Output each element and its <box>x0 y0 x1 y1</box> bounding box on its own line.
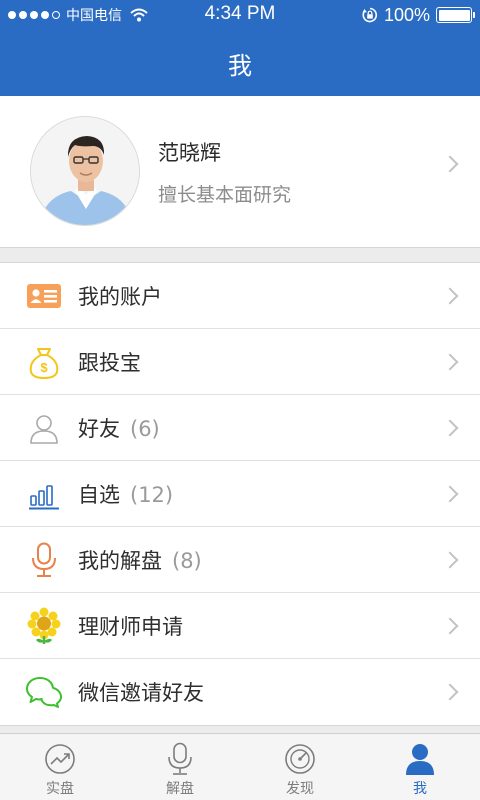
tab-label: 我 <box>413 781 427 797</box>
tab-label: 发现 <box>286 781 314 797</box>
user-icon <box>403 742 437 776</box>
menu-item-label: 理财师申请 <box>78 614 183 639</box>
trend-chart-icon <box>43 742 77 776</box>
battery-percent: 100% <box>383 4 430 25</box>
battery-area: 100% <box>362 4 475 26</box>
status-bar: 中国电信 4:34 PM 100% <box>0 0 480 30</box>
tab-bar: 实盘 解盘 发现 我 <box>0 733 480 800</box>
battery-icon <box>436 7 475 23</box>
wechat-icon <box>26 674 62 710</box>
menu-item-my-analysis[interactable]: 我的解盘 (8) <box>0 527 480 593</box>
profile-card[interactable]: 范晓辉 擅长基本面研究 <box>0 96 480 248</box>
chevron-right-icon <box>441 485 459 503</box>
id-card-icon <box>26 278 62 314</box>
bar-chart-icon <box>26 476 62 512</box>
microphone-icon <box>26 542 62 578</box>
menu-item-advisor-apply[interactable]: 理财师申请 <box>0 593 480 659</box>
chevron-right-icon <box>441 155 459 173</box>
menu-item-label: 我的账户 <box>78 284 162 309</box>
menu-item-follow-invest[interactable]: $ 跟投宝 <box>0 329 480 395</box>
chevron-right-icon <box>441 683 459 701</box>
analysis-count: (8) <box>172 548 202 573</box>
tab-label: 实盘 <box>46 781 74 797</box>
tab-discover[interactable]: 发现 <box>240 734 360 800</box>
menu-item-wechat-invite[interactable]: 微信邀请好友 <box>0 659 480 725</box>
money-bag-icon: $ <box>26 344 62 380</box>
menu-item-friends[interactable]: 好友 (6) <box>0 395 480 461</box>
page-title: 我 <box>228 51 252 80</box>
profile-name: 范晓辉 <box>158 141 221 165</box>
menu-item-label: 我的解盘 <box>78 548 162 573</box>
menu-item-label: 好友 <box>78 416 120 441</box>
compass-icon <box>283 742 317 776</box>
menu-item-label: 自选 <box>78 482 120 507</box>
friends-count: (6) <box>130 416 160 441</box>
chevron-right-icon <box>441 551 459 569</box>
svg-text:$: $ <box>40 360 48 375</box>
menu-item-account[interactable]: 我的账户 <box>0 263 480 329</box>
menu-item-watchlist[interactable]: 自选 (12) <box>0 461 480 527</box>
tab-analysis[interactable]: 解盘 <box>120 734 240 800</box>
avatar <box>30 116 140 226</box>
chevron-right-icon <box>441 617 459 635</box>
profile-description: 擅长基本面研究 <box>158 184 292 206</box>
tab-label: 解盘 <box>166 781 194 797</box>
menu-item-label: 微信邀请好友 <box>78 681 204 705</box>
menu-list: 我的账户 $ 跟投宝 好友 (6) 自选 (12) 我的解盘 (8) 理财师申请… <box>0 262 480 726</box>
microphone-icon <box>163 742 197 776</box>
person-icon <box>26 410 62 446</box>
tab-me[interactable]: 我 <box>360 734 480 800</box>
chevron-right-icon <box>441 353 459 371</box>
chevron-right-icon <box>441 287 459 305</box>
menu-item-label: 跟投宝 <box>78 350 141 375</box>
tab-real-trading[interactable]: 实盘 <box>0 734 120 800</box>
watchlist-count: (12) <box>130 482 174 507</box>
sunflower-icon <box>26 607 62 644</box>
nav-bar: 我 <box>0 30 480 96</box>
chevron-right-icon <box>441 419 459 437</box>
rotation-lock-icon <box>362 7 377 23</box>
